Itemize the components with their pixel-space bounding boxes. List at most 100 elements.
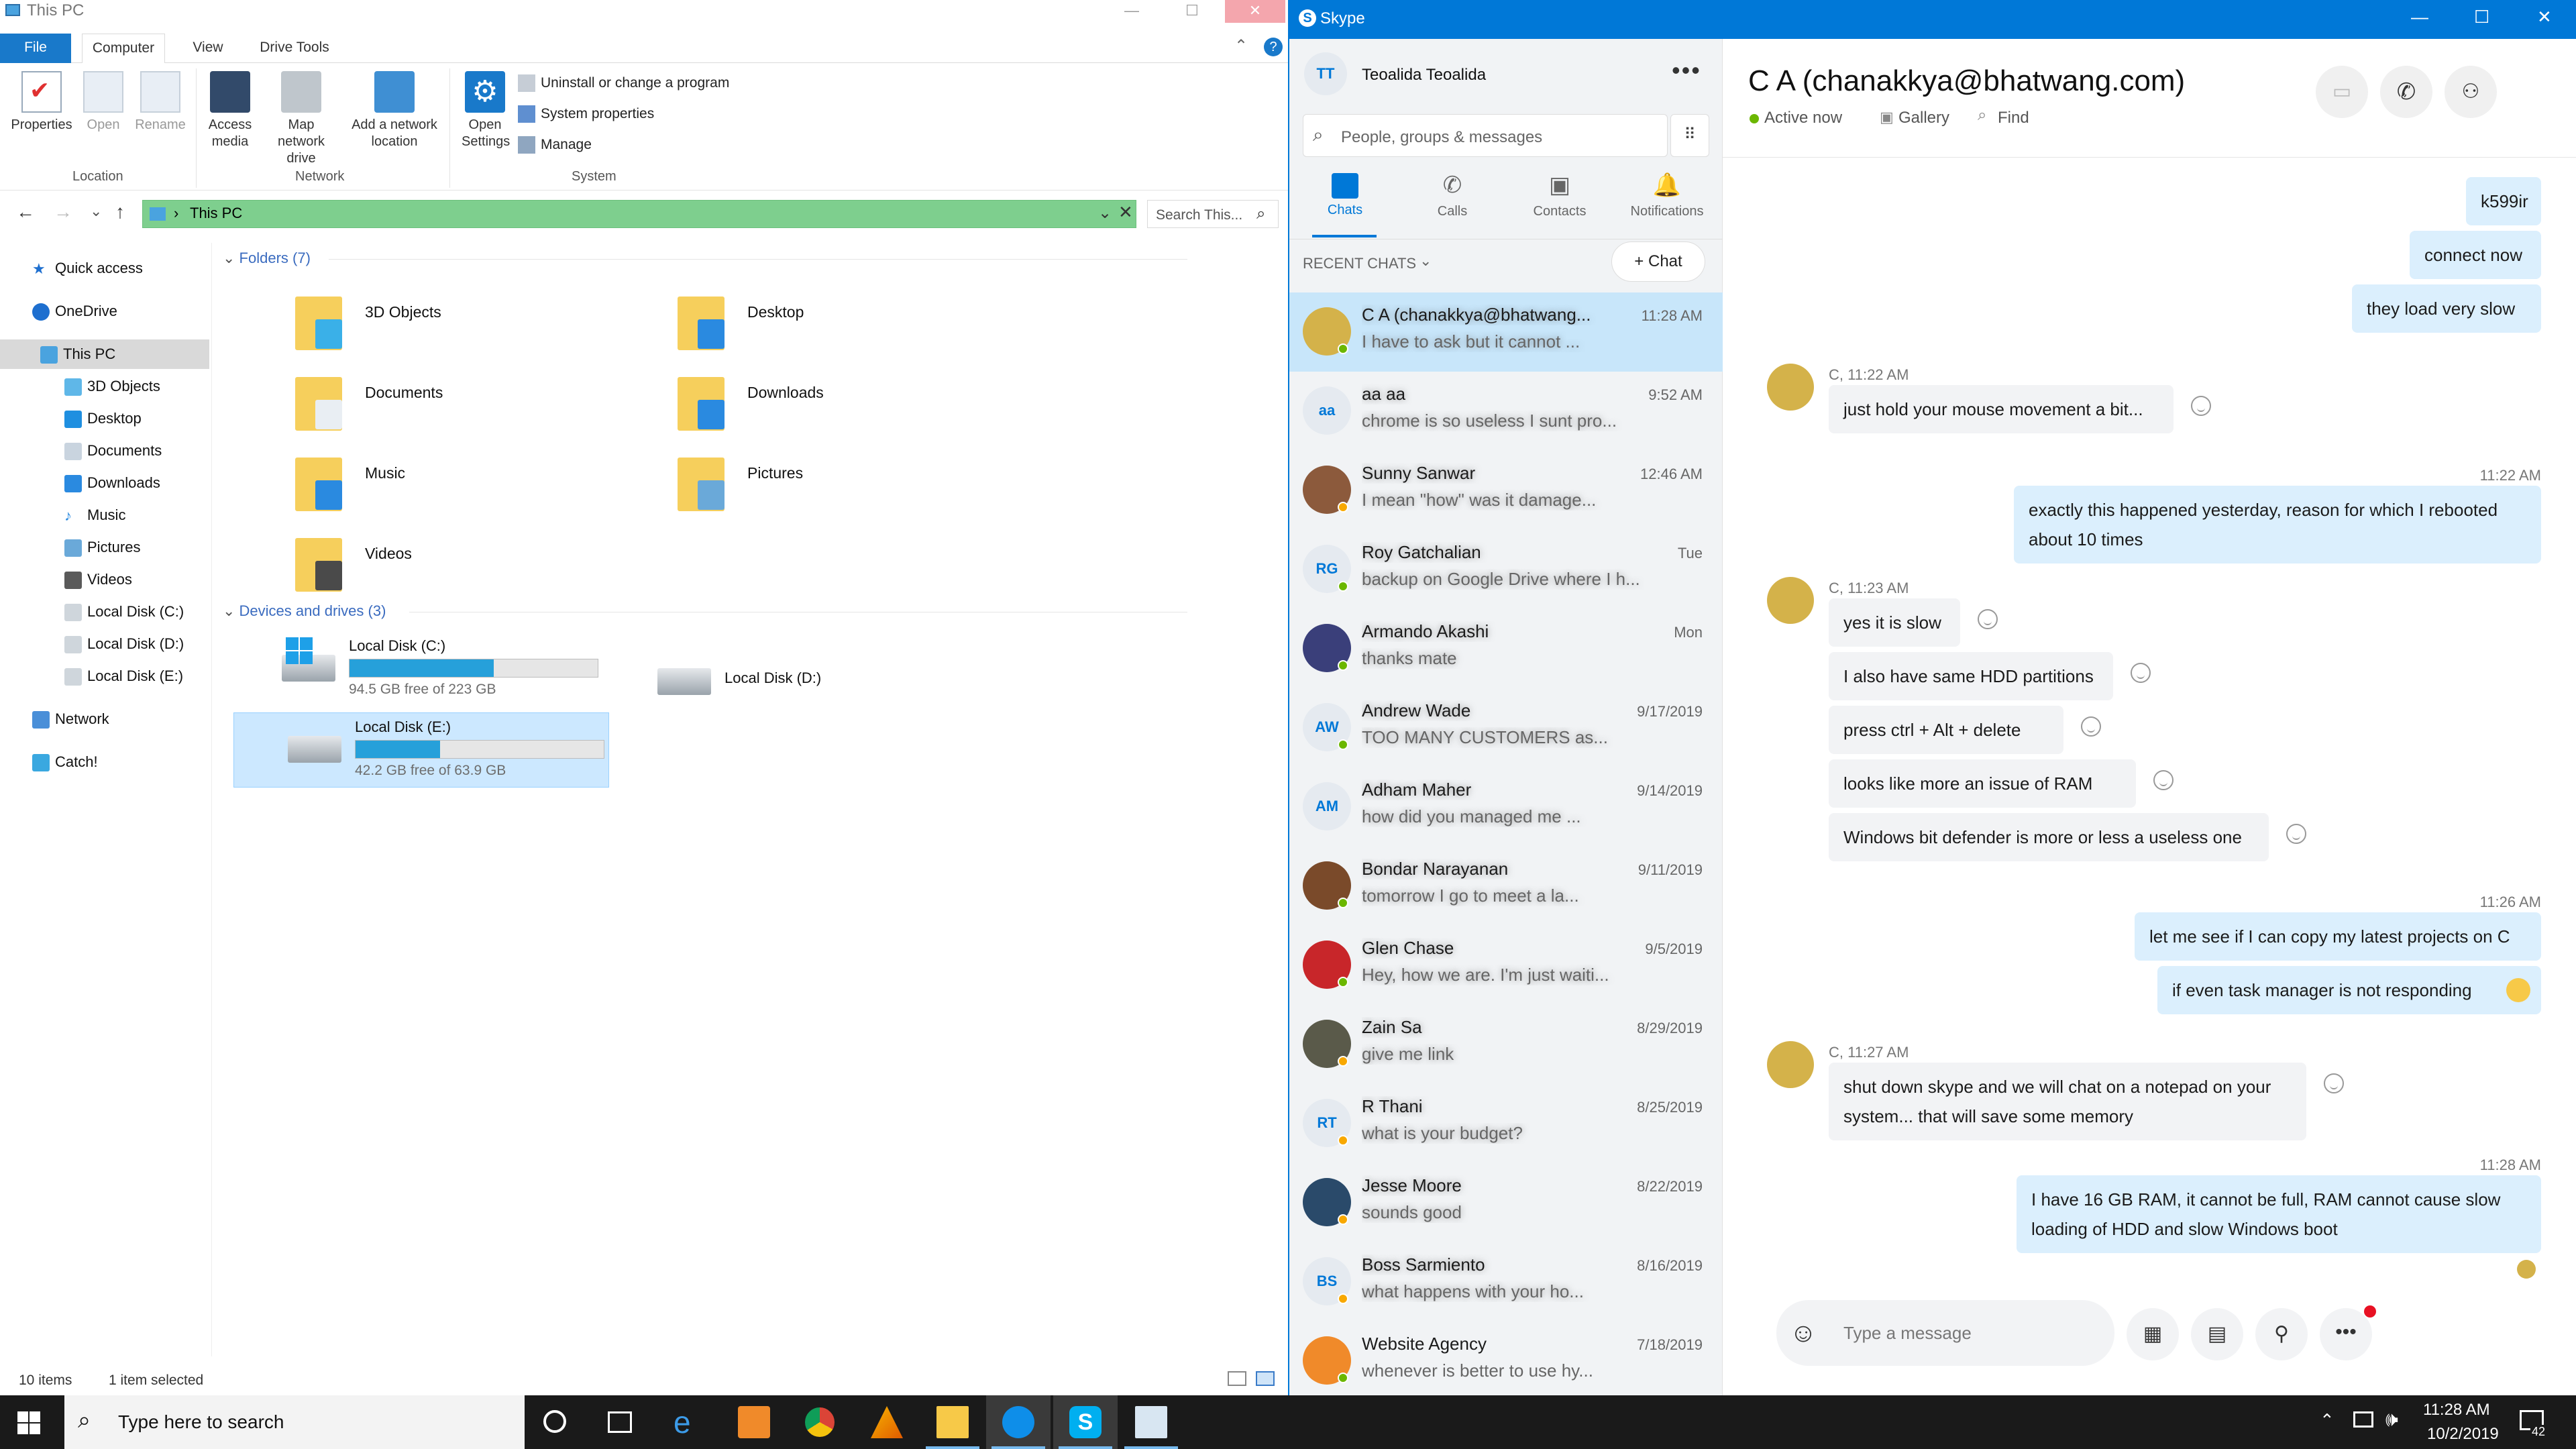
forward-icon[interactable]: → (54, 201, 72, 223)
manage-button[interactable]: Manage (518, 131, 592, 158)
system-properties-button[interactable]: System properties (518, 101, 654, 127)
minimize-button[interactable]: — (2411, 7, 2428, 28)
chat-list-item[interactable]: aa aa aa chrome is so useless I sunt pro..… (1289, 372, 1723, 451)
add-reaction-icon[interactable] (2286, 824, 2306, 844)
chrome-icon[interactable] (804, 1406, 836, 1438)
message-bubble[interactable]: let me see if I can copy my latest proje… (2135, 912, 2541, 961)
address-clear-icon[interactable]: ✕ (1118, 202, 1133, 223)
file-explorer-icon[interactable] (936, 1406, 969, 1438)
add-reaction-icon[interactable] (2081, 716, 2101, 737)
nav-item-network[interactable]: Network (0, 704, 209, 734)
nav-item-onedrive[interactable]: OneDrive (0, 297, 209, 326)
message-bubble[interactable]: they load very slow (2352, 284, 2541, 333)
skype-nav-notifications[interactable]: 🔔 Notifications (1625, 170, 1709, 232)
video-call-button[interactable]: ▭ (2316, 66, 2368, 118)
nav-item-this-pc[interactable]: This PC (0, 339, 209, 369)
up-icon[interactable]: ↑ (115, 201, 125, 223)
chat-list-item[interactable]: SSunny SanwarI mean "how" was it damage.… (1289, 451, 1723, 530)
minimize-button[interactable]: — (1102, 0, 1162, 23)
chat-list-item[interactable]: JJesse Mooresounds good8/22/2019 (1289, 1163, 1723, 1242)
close-button[interactable]: ✕ (1225, 0, 1285, 23)
start-windows-icon[interactable] (17, 1411, 40, 1434)
open-settings-button[interactable]: ⚙ Open Settings (455, 71, 515, 150)
more-actions-button[interactable]: ••• (2320, 1308, 2372, 1360)
tab-file[interactable]: File (0, 34, 71, 63)
message-bubble[interactable]: I have 16 GB RAM, it cannot be full, RAM… (2017, 1175, 2541, 1253)
drive-local-disk-d[interactable]: Local Disk (D:) (604, 645, 979, 720)
drive-local-disk-e[interactable]: Local Disk (E:) 42.2 GB free of 63.9 GB (233, 712, 609, 788)
gallery-icon[interactable]: ▣ (1880, 109, 1894, 126)
folder-desktop[interactable]: Desktop (675, 290, 1024, 364)
recent-chats-label[interactable]: RECENT CHATS (1303, 255, 1416, 272)
cortana-icon[interactable] (543, 1410, 566, 1433)
chat-list-item[interactable]: ZZain Sagive me link8/29/2019 (1289, 1005, 1723, 1084)
collapse-ribbon-icon[interactable]: ⌃ (1234, 36, 1248, 56)
nav-item-desktop[interactable]: Desktop (0, 404, 209, 433)
large-icons-view-icon[interactable] (1256, 1371, 1275, 1386)
new-chat-button[interactable]: + Chat (1611, 241, 1705, 282)
maximize-button[interactable]: ☐ (2474, 7, 2489, 28)
message-bubble[interactable]: connect now (2410, 231, 2541, 279)
add-reaction-icon[interactable] (2191, 396, 2211, 416)
open-button[interactable]: Open (79, 71, 127, 133)
rename-button[interactable]: Rename (130, 71, 191, 133)
audio-call-button[interactable]: ✆ (2380, 66, 2432, 118)
nav-item-quick-access[interactable]: ★ Quick access (0, 254, 209, 283)
chat-list-item[interactable]: AW Andrew Wade TOO MANY CUSTOMERS as... 9/1… (1289, 688, 1723, 767)
find-icon[interactable]: ⌕ (1978, 106, 1986, 125)
emoji-button[interactable]: ☺ (1776, 1300, 1830, 1366)
app-icon[interactable] (871, 1406, 903, 1438)
add-reaction-icon[interactable] (2324, 1073, 2344, 1093)
skype-nav-contacts[interactable]: ▣ Contacts (1517, 170, 1602, 232)
clock-date[interactable]: 10/2/2019 (2427, 1425, 2499, 1444)
taskbar-search-input[interactable]: ⌕ Type here to search (64, 1395, 525, 1449)
folder-3d-objects[interactable]: 3D Objects (292, 290, 641, 364)
back-icon[interactable]: ← (16, 201, 35, 223)
chat-list-item[interactable]: WWebsite Agencywhenever is better to use… (1289, 1322, 1723, 1401)
chat-list-item[interactable]: BS Boss Sarmiento what happens with your h… (1289, 1242, 1723, 1322)
nav-item-pictures[interactable]: Pictures (0, 533, 209, 562)
message-bubble[interactable]: looks like more an issue of RAM (1829, 759, 2136, 808)
chat-list-item[interactable]: AM Adham Maher how did you managed me ... 9… (1289, 767, 1723, 847)
chat-list-item[interactable]: BBondar Narayanantomorrow I go to meet a… (1289, 847, 1723, 926)
show-hidden-icons[interactable]: ⌃ (2320, 1410, 2334, 1431)
address-input[interactable]: › This PC ⌄ ✕ (142, 200, 1136, 228)
find-link[interactable]: Find (1998, 109, 2029, 127)
skype-nav-calls[interactable]: ✆ Calls (1410, 170, 1495, 232)
message-bubble[interactable]: shut down skype and we will chat on a no… (1829, 1063, 2306, 1140)
notepad-icon[interactable] (1135, 1406, 1167, 1438)
map-network-drive-button[interactable]: Map network drive (259, 71, 343, 167)
add-reaction-icon[interactable] (2153, 770, 2174, 790)
message-bubble[interactable]: I also have same HDD partitions (1829, 652, 2113, 700)
close-button[interactable]: ✕ (2537, 7, 2552, 28)
profile-avatar[interactable]: TT (1304, 52, 1347, 95)
uninstall-program-button[interactable]: Uninstall or change a program (518, 70, 729, 97)
nav-item-catch[interactable]: Catch! (0, 747, 209, 777)
gallery-link[interactable]: Gallery (1898, 109, 1949, 127)
message-bubble[interactable]: exactly this happened yesterday, reason … (2014, 486, 2541, 564)
details-view-icon[interactable] (1228, 1371, 1246, 1386)
access-media-button[interactable]: Access media (201, 71, 259, 150)
nav-item-documents[interactable]: Documents (0, 436, 209, 466)
nav-item-3d-objects[interactable]: 3D Objects (0, 372, 209, 401)
message-bubble[interactable]: Windows bit defender is more or less a u… (1829, 813, 2269, 861)
share-media-button[interactable]: ▦ (2127, 1308, 2179, 1360)
volume-icon[interactable]: 🕪 (2385, 1409, 2398, 1432)
skype-icon[interactable]: S (1069, 1406, 1102, 1438)
chat-list-item[interactable]: RG Roy Gatchalian backup on Google Drive w… (1289, 530, 1723, 609)
drive-local-disk-c[interactable]: Local Disk (C:) 94.5 GB free of 223 GB (228, 632, 604, 707)
search-input[interactable]: Search This... ⌕ (1147, 200, 1279, 228)
properties-button[interactable]: ✔ Properties (7, 71, 76, 133)
message-bubble[interactable]: just hold your mouse movement a bit... (1829, 385, 2174, 433)
skype-search-input[interactable]: ⌕ People, groups & messages (1303, 114, 1668, 157)
message-bubble[interactable]: if even task manager is not responding (2157, 966, 2541, 1014)
clock-time[interactable]: 11:28 AM (2423, 1401, 2490, 1419)
add-network-location-button[interactable]: Add a network location (346, 71, 443, 150)
maximize-button[interactable]: ☐ (1162, 0, 1222, 23)
nav-item-local-disk-d[interactable]: Local Disk (D:) (0, 629, 209, 659)
task-view-icon[interactable] (608, 1411, 632, 1433)
folder-downloads[interactable]: Downloads (675, 370, 1024, 444)
add-people-button[interactable]: ⚇ (2445, 66, 2497, 118)
network-icon[interactable] (2353, 1411, 2373, 1428)
nav-item-local-disk-e[interactable]: Local Disk (E:) (0, 661, 209, 691)
